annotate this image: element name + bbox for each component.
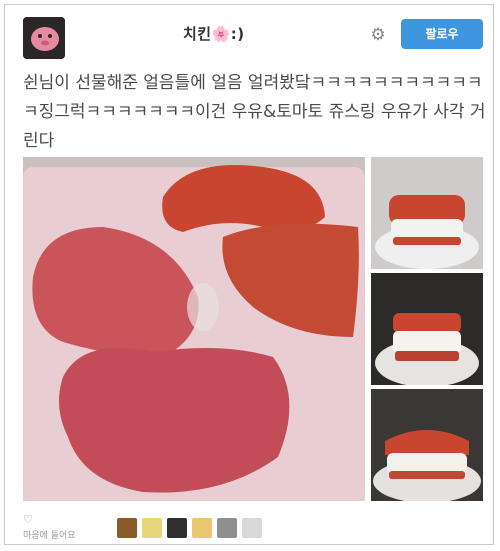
teeth-photo-1[interactable] <box>371 157 483 269</box>
liker-avatar[interactable] <box>217 518 237 538</box>
teeth-photo-2[interactable] <box>371 273 483 385</box>
avatar[interactable] <box>23 17 65 59</box>
like-label: 마음에 들어요 <box>23 531 76 541</box>
ice-mold-photo[interactable] <box>23 157 365 501</box>
heart-icon[interactable]: ♡ <box>23 513 33 526</box>
liker-avatar[interactable] <box>117 518 137 538</box>
gear-icon[interactable]: ⚙ <box>368 25 388 45</box>
liker-avatar[interactable] <box>142 518 162 538</box>
liker-avatar[interactable] <box>192 518 212 538</box>
tweet-text: 쉰님이 선물해준 얼음틀에 얼음 얼려봤닼ㅋㅋㅋㅋㅋㅋㅋㅋㅋㅋㅋㅋ징그럭ㅋㅋㅋㅋ… <box>23 73 486 151</box>
follow-button[interactable]: 팔로우 <box>401 19 483 49</box>
liker-avatar[interactable] <box>167 518 187 538</box>
username[interactable]: 치킨🌸:) <box>183 23 245 44</box>
liker-avatar[interactable] <box>242 518 262 538</box>
tweet-card: 치킨🌸:) ⚙ 팔로우 쉰님이 선물해준 얼음틀에 얼음 얼려봤닼ㅋㅋㅋㅋㅋㅋㅋ… <box>4 4 494 545</box>
teeth-photo-3[interactable] <box>371 389 483 501</box>
